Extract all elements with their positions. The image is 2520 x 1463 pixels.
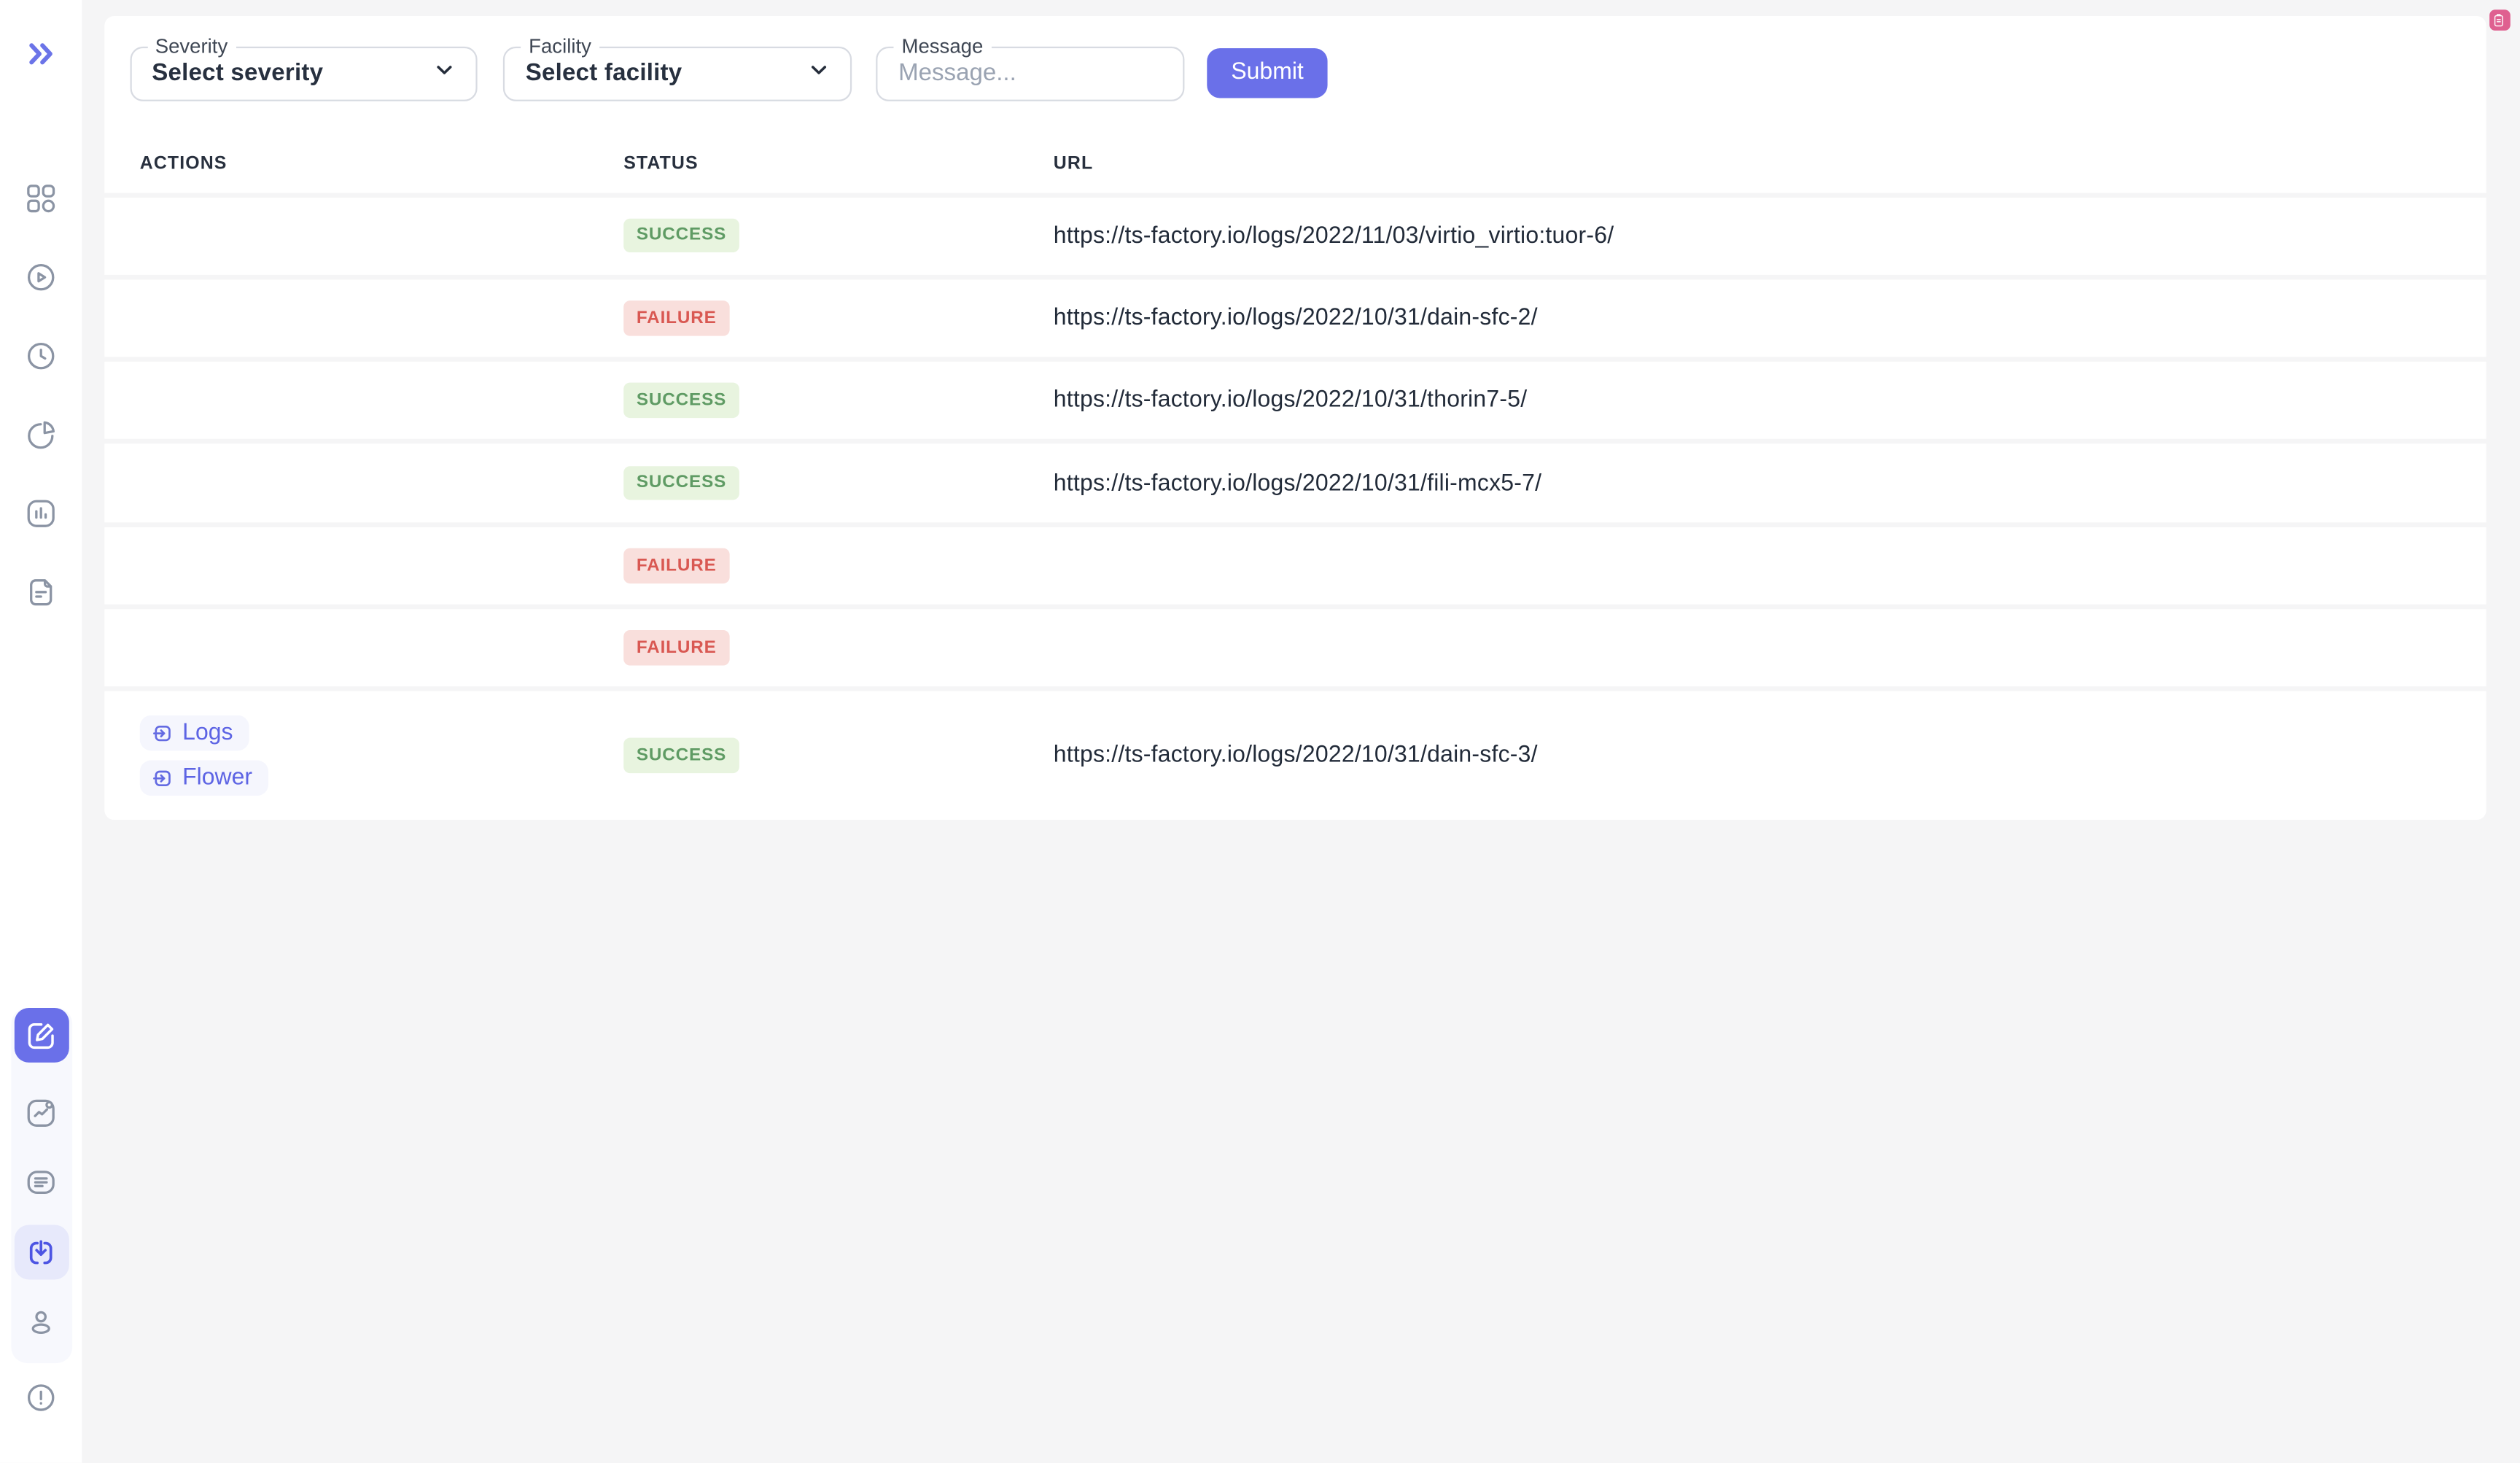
facility-label: Facility bbox=[521, 33, 599, 60]
severity-select[interactable]: Severity Select severity bbox=[129, 46, 477, 101]
status-cell: SUCCESS bbox=[623, 466, 1054, 501]
table-row: Logs Flower SUCCESS https://ts-factory.io/l… bbox=[104, 691, 2486, 819]
double-chevron-right-icon bbox=[26, 41, 55, 65]
sidebar-item-compose-active[interactable] bbox=[14, 1008, 69, 1063]
arrow-box-icon bbox=[151, 721, 174, 745]
sidebar-item-runs[interactable] bbox=[14, 249, 69, 304]
action-label: Flower bbox=[182, 765, 252, 791]
card-header: Severity Select severity Facility Select… bbox=[104, 16, 2486, 192]
sidebar-item-profile[interactable] bbox=[14, 1294, 69, 1348]
table-row: FAILURE bbox=[104, 609, 2486, 686]
url-cell: https://ts-factory.io/logs/2022/10/31/fi… bbox=[1054, 469, 2486, 498]
action-flower-button[interactable]: Flower bbox=[140, 760, 268, 795]
message-field-wrap: Message bbox=[876, 46, 1184, 101]
table-header: ACTIONS STATUS URL bbox=[104, 134, 2486, 192]
status-cell: SUCCESS bbox=[623, 218, 1054, 253]
url-text: https://ts-factory.io/logs/2022/11/03/vi… bbox=[1054, 223, 1614, 249]
action-logs-button[interactable]: Logs bbox=[140, 715, 249, 750]
edit-icon bbox=[24, 1018, 58, 1052]
url-cell: https://ts-factory.io/logs/2022/10/31/da… bbox=[1054, 741, 2486, 770]
column-header-url: URL bbox=[1054, 153, 2486, 172]
status-badge: FAILURE bbox=[623, 300, 729, 335]
sidebar-item-logs-list[interactable] bbox=[14, 1155, 69, 1210]
status-cell: FAILURE bbox=[623, 548, 1054, 583]
sidebar-item-stats[interactable] bbox=[14, 407, 69, 462]
play-circle-icon bbox=[24, 260, 58, 293]
status-badge: FAILURE bbox=[623, 548, 729, 583]
status-badge: SUCCESS bbox=[623, 738, 739, 773]
status-cell: FAILURE bbox=[623, 631, 1054, 666]
column-header-status: STATUS bbox=[623, 153, 1054, 172]
column-header-actions: ACTIONS bbox=[140, 153, 623, 172]
action-label: Logs bbox=[182, 720, 233, 745]
clock-icon bbox=[24, 338, 58, 372]
grid-icon bbox=[24, 181, 58, 214]
sidebar-logo-toggle[interactable] bbox=[14, 26, 69, 80]
chevron-down-icon bbox=[806, 58, 831, 90]
url-text: https://ts-factory.io/logs/2022/10/31/da… bbox=[1054, 742, 1538, 768]
table-body: SUCCESS https://ts-factory.io/logs/2022/1… bbox=[104, 197, 2486, 819]
facility-select[interactable]: Facility Select facility bbox=[503, 46, 852, 101]
table-row: SUCCESS https://ts-factory.io/logs/2022/1… bbox=[104, 444, 2486, 521]
sidebar-item-history[interactable] bbox=[14, 328, 69, 383]
status-badge: SUCCESS bbox=[623, 466, 739, 501]
actions-cell: Logs Flower bbox=[140, 715, 623, 796]
status-badge: SUCCESS bbox=[623, 384, 739, 419]
url-text: https://ts-factory.io/logs/2022/10/31/th… bbox=[1054, 388, 1528, 414]
status-cell: SUCCESS bbox=[623, 384, 1054, 419]
url-cell: https://ts-factory.io/logs/2022/10/31/da… bbox=[1054, 303, 2486, 333]
sidebar bbox=[0, 0, 82, 1463]
clipboard-icon bbox=[2492, 8, 2507, 32]
table-row: FAILURE bbox=[104, 527, 2486, 604]
table-row: SUCCESS https://ts-factory.io/logs/2022/1… bbox=[104, 362, 2486, 439]
chevron-down-icon bbox=[432, 58, 456, 90]
url-text: https://ts-factory.io/logs/2022/10/31/fi… bbox=[1054, 470, 1541, 496]
sidebar-item-reports[interactable] bbox=[14, 486, 69, 540]
facility-value: Select facility bbox=[526, 60, 682, 87]
url-cell: https://ts-factory.io/logs/2022/11/03/vi… bbox=[1054, 221, 2486, 250]
alert-circle-icon bbox=[24, 1380, 58, 1413]
sidebar-item-import-active[interactable] bbox=[14, 1225, 69, 1280]
status-cell: FAILURE bbox=[623, 300, 1054, 335]
sidebar-item-alerts[interactable] bbox=[14, 1370, 69, 1424]
bar-chart-icon bbox=[24, 496, 58, 529]
pie-chart-icon bbox=[24, 417, 58, 451]
table-row: FAILURE https://ts-factory.io/logs/2022/1… bbox=[104, 279, 2486, 357]
status-cell: SUCCESS bbox=[623, 738, 1054, 773]
severity-label: Severity bbox=[147, 33, 236, 60]
url-cell: https://ts-factory.io/logs/2022/10/31/th… bbox=[1054, 387, 2486, 416]
status-badge: SUCCESS bbox=[623, 218, 739, 253]
sidebar-item-dashboard[interactable] bbox=[14, 171, 69, 225]
table-row: SUCCESS https://ts-factory.io/logs/2022/1… bbox=[104, 197, 2486, 274]
status-badge: FAILURE bbox=[623, 631, 729, 666]
document-icon bbox=[24, 575, 58, 608]
severity-value: Select severity bbox=[152, 60, 323, 87]
logs-card: Severity Select severity Facility Select… bbox=[104, 16, 2486, 819]
arrow-box-icon bbox=[151, 767, 174, 790]
feedback-fab-button[interactable] bbox=[2489, 10, 2509, 31]
user-icon bbox=[24, 1305, 58, 1338]
sidebar-item-documents[interactable] bbox=[14, 564, 69, 619]
sidebar-item-analytics[interactable] bbox=[14, 1085, 69, 1140]
app: Severity Select severity Facility Select… bbox=[0, 0, 2520, 1463]
line-chart-icon bbox=[24, 1095, 58, 1129]
url-text: https://ts-factory.io/logs/2022/10/31/da… bbox=[1054, 306, 1538, 331]
submit-button[interactable]: Submit bbox=[1207, 47, 1328, 98]
download-icon bbox=[24, 1235, 58, 1269]
list-icon bbox=[24, 1165, 58, 1199]
message-label: Message bbox=[893, 33, 991, 60]
log-filter-form: Severity Select severity Facility Select… bbox=[129, 46, 1327, 101]
